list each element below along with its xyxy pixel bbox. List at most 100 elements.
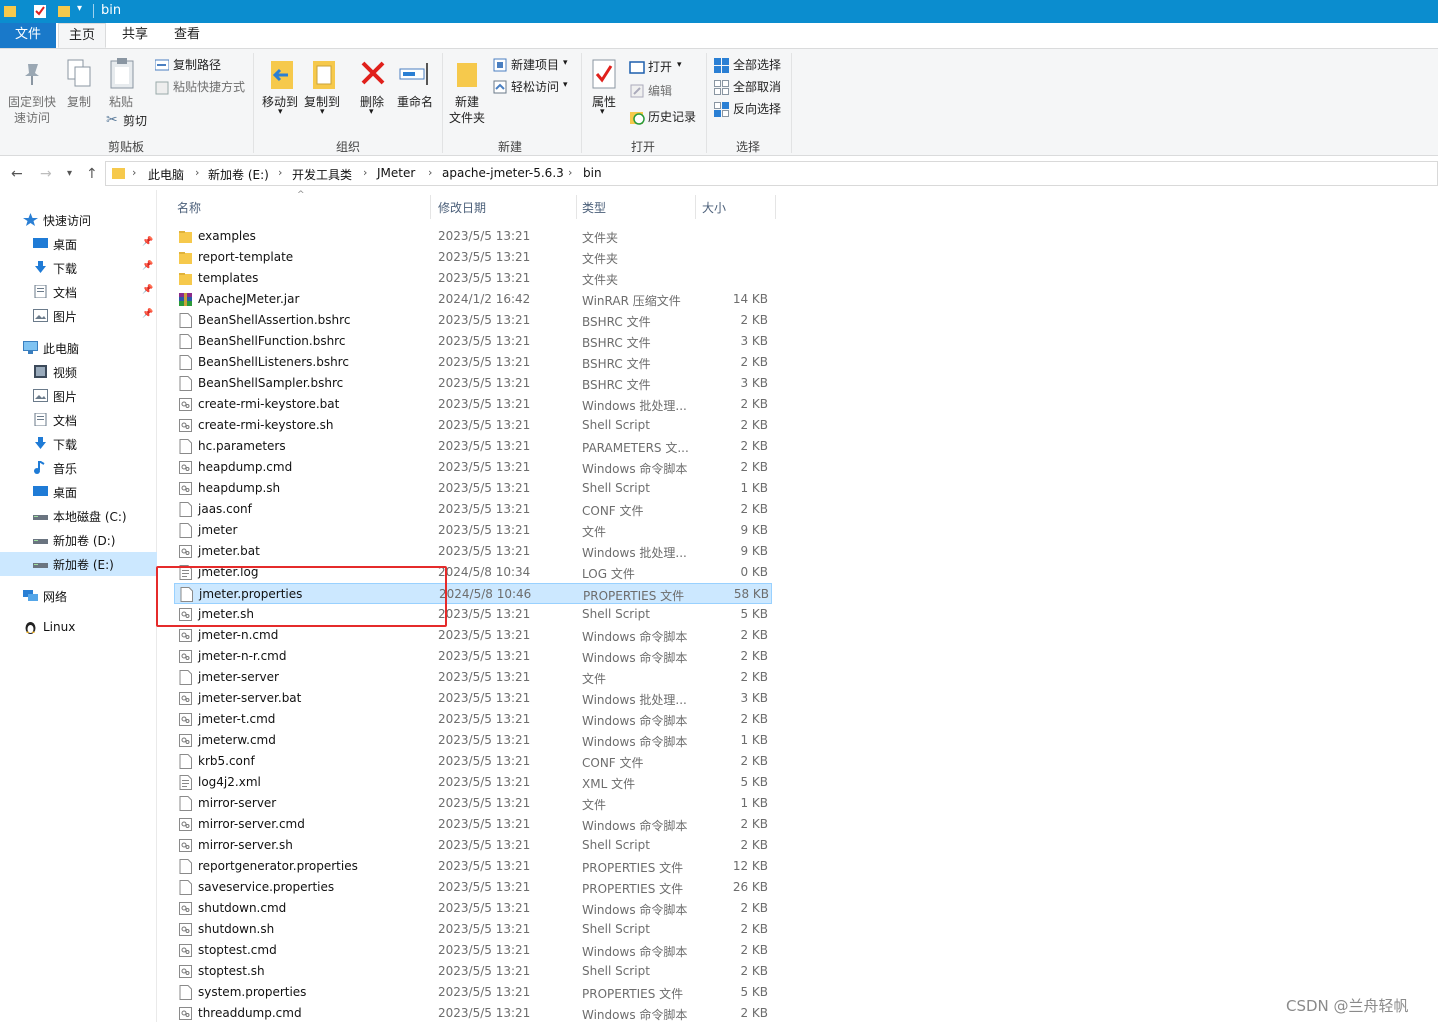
tab-file[interactable]: 文件 <box>0 23 56 48</box>
file-row[interactable]: shutdown.sh 2023/5/5 13:21 Shell Script 2 K… <box>174 919 772 940</box>
file-row[interactable]: mirror-server.cmd 2023/5/5 13:21 Windows 命… <box>174 814 772 835</box>
file-row[interactable]: log4j2.xml 2023/5/5 13:21 XML 文件 5 KB <box>174 772 772 793</box>
column-divider[interactable] <box>576 195 577 219</box>
new-item-dropdown-icon[interactable]: ▾ <box>563 58 568 68</box>
breadcrumb-chevron-icon[interactable]: › <box>428 166 432 179</box>
file-row[interactable]: report-template 2023/5/5 13:21 文件夹 <box>174 247 772 268</box>
tab-share[interactable]: 共享 <box>112 23 158 48</box>
open-button[interactable]: 打开 <box>648 59 672 75</box>
file-row[interactable]: jmeter-n-r.cmd 2023/5/5 13:21 Windows 命令脚本… <box>174 646 772 667</box>
select-all-button[interactable]: 全部选择 <box>733 57 781 73</box>
file-row[interactable]: jmeter 2023/5/5 13:21 文件 9 KB <box>174 520 772 541</box>
copy-to-dropdown-icon[interactable]: ▾ <box>320 107 325 117</box>
sidebar-item[interactable]: 网络 <box>0 584 157 608</box>
file-row[interactable]: jmeter-server.bat 2023/5/5 13:21 Windows 批… <box>174 688 772 709</box>
copy-path-button[interactable]: 复制路径 <box>173 57 221 73</box>
select-none-button[interactable]: 全部取消 <box>733 79 781 95</box>
paste-shortcut-button[interactable]: 粘贴快捷方式 <box>173 79 245 95</box>
file-row[interactable]: mirror-server.sh 2023/5/5 13:21 Shell Scri… <box>174 835 772 856</box>
file-row[interactable]: heapdump.sh 2023/5/5 13:21 Shell Script 1 K… <box>174 478 772 499</box>
breadcrumb-apache-jmeter[interactable]: apache-jmeter-5.6.3 <box>442 166 564 180</box>
properties-dropdown-icon[interactable]: ▾ <box>600 107 605 117</box>
file-row[interactable]: mirror-server 2023/5/5 13:21 文件 1 KB <box>174 793 772 814</box>
copy-button[interactable]: 复制 <box>62 94 96 110</box>
column-divider[interactable] <box>430 195 431 219</box>
sidebar-item[interactable]: Linux <box>0 616 157 640</box>
forward-arrow-icon[interactable]: → <box>40 166 52 182</box>
file-row[interactable]: jmeter-n.cmd 2023/5/5 13:21 Windows 命令脚本 2 … <box>174 625 772 646</box>
breadcrumb-chevron-icon[interactable]: › <box>363 166 367 179</box>
file-row[interactable]: create-rmi-keystore.bat 2023/5/5 13:21 Win… <box>174 394 772 415</box>
breadcrumb-dev-tools[interactable]: 开发工具类 <box>292 166 352 183</box>
sidebar-item[interactable]: 此电脑 <box>0 336 157 360</box>
column-header-date[interactable]: 修改日期 <box>438 199 486 216</box>
tab-view[interactable]: 查看 <box>164 23 210 48</box>
file-row[interactable]: reportgenerator.properties 2023/5/5 13:21… <box>174 856 772 877</box>
file-row[interactable]: ApacheJMeter.jar 2024/1/2 16:42 WinRAR 压缩文… <box>174 289 772 310</box>
sidebar-item[interactable]: 快速访问 <box>0 208 157 232</box>
file-row[interactable]: BeanShellSampler.bshrc 2023/5/5 13:21 BSHR… <box>174 373 772 394</box>
breadcrumb-this-pc[interactable]: 此电脑 <box>148 166 184 183</box>
file-row[interactable]: heapdump.cmd 2023/5/5 13:21 Windows 命令脚本 2 … <box>174 457 772 478</box>
breadcrumb-chevron-icon[interactable]: › <box>568 166 572 179</box>
delete-dropdown-icon[interactable]: ▾ <box>369 107 374 117</box>
file-row[interactable]: threaddump.cmd 2023/5/5 13:21 Windows 命令脚本… <box>174 1003 772 1024</box>
column-divider[interactable] <box>695 195 696 219</box>
file-row[interactable]: jmeterw.cmd 2023/5/5 13:21 Windows 命令脚本 1 K… <box>174 730 772 751</box>
new-item-button[interactable]: 新建项目 <box>511 57 559 73</box>
breadcrumb-bin[interactable]: bin <box>583 166 602 180</box>
column-header-name[interactable]: 名称 <box>177 199 201 216</box>
sidebar-item[interactable]: 图片 <box>0 384 157 408</box>
column-header-size[interactable]: 大小 <box>702 199 726 216</box>
file-row[interactable]: stoptest.sh 2023/5/5 13:21 Shell Script 2 K… <box>174 961 772 982</box>
file-row[interactable]: jmeter.bat 2023/5/5 13:21 Windows 批处理... 9 … <box>174 541 772 562</box>
file-row[interactable]: examples 2023/5/5 13:21 文件夹 <box>174 226 772 247</box>
up-arrow-icon[interactable]: ↑ <box>86 166 98 182</box>
column-divider[interactable] <box>775 195 776 219</box>
rename-button[interactable]: 重命名 <box>393 94 437 110</box>
sidebar-item[interactable]: 桌面 📌 <box>0 232 157 256</box>
pin-quick-access-button[interactable]: 固定到快 速访问 <box>4 94 60 126</box>
invert-selection-button[interactable]: 反向选择 <box>733 101 781 117</box>
sidebar-item[interactable]: 新加卷 (E:) <box>0 552 157 576</box>
new-folder-button[interactable]: 新建 文件夹 <box>446 94 488 126</box>
breadcrumb-chevron-icon[interactable]: › <box>278 166 282 179</box>
sidebar-item[interactable]: 图片 📌 <box>0 304 157 328</box>
breadcrumb-chevron-icon[interactable]: › <box>132 166 136 179</box>
breadcrumb-drive-e[interactable]: 新加卷 (E:) <box>208 166 269 183</box>
cut-button[interactable]: 剪切 <box>123 113 147 129</box>
tab-home[interactable]: 主页 <box>58 23 106 48</box>
column-header-type[interactable]: 类型 <box>582 199 606 216</box>
sidebar-item[interactable]: 音乐 <box>0 456 157 480</box>
easy-access-dropdown-icon[interactable]: ▾ <box>563 80 568 90</box>
sidebar-item[interactable]: 新加卷 (D:) <box>0 528 157 552</box>
breadcrumb[interactable]: › 此电脑 › 新加卷 (E:) › 开发工具类 › JMeter › apac… <box>105 161 1438 186</box>
recent-locations-dropdown-icon[interactable]: ▾ <box>67 168 72 179</box>
edit-button[interactable]: 编辑 <box>648 83 672 99</box>
file-row[interactable]: BeanShellListeners.bshrc 2023/5/5 13:21 BS… <box>174 352 772 373</box>
back-arrow-icon[interactable]: ← <box>11 166 23 182</box>
file-row[interactable]: system.properties 2023/5/5 13:21 PROPERTIE… <box>174 982 772 1003</box>
sidebar-item[interactable]: 下载 📌 <box>0 256 157 280</box>
file-row[interactable]: hc.parameters 2023/5/5 13:21 PARAMETERS 文.… <box>174 436 772 457</box>
move-to-dropdown-icon[interactable]: ▾ <box>278 107 283 117</box>
quick-access-dropdown-icon[interactable]: ▾ <box>77 3 82 14</box>
file-row[interactable]: stoptest.cmd 2023/5/5 13:21 Windows 命令脚本 2 … <box>174 940 772 961</box>
sidebar-item[interactable]: 桌面 <box>0 480 157 504</box>
breadcrumb-jmeter[interactable]: JMeter <box>377 166 415 180</box>
breadcrumb-chevron-icon[interactable]: › <box>195 166 199 179</box>
sidebar-item[interactable]: 本地磁盘 (C:) <box>0 504 157 528</box>
sidebar-item[interactable]: 视频 <box>0 360 157 384</box>
open-dropdown-icon[interactable]: ▾ <box>677 60 682 70</box>
file-row[interactable]: templates 2023/5/5 13:21 文件夹 <box>174 268 772 289</box>
file-row[interactable]: BeanShellFunction.bshrc 2023/5/5 13:21 BSH… <box>174 331 772 352</box>
properties-quick-icon[interactable] <box>34 4 46 18</box>
file-row[interactable]: jmeter-server 2023/5/5 13:21 文件 2 KB <box>174 667 772 688</box>
history-button[interactable]: 历史记录 <box>648 109 696 125</box>
file-row[interactable]: create-rmi-keystore.sh 2023/5/5 13:21 Shel… <box>174 415 772 436</box>
sidebar-item[interactable]: 下载 <box>0 432 157 456</box>
file-row[interactable]: jaas.conf 2023/5/5 13:21 CONF 文件 2 KB <box>174 499 772 520</box>
sidebar-item[interactable]: 文档 📌 <box>0 280 157 304</box>
file-row[interactable]: BeanShellAssertion.bshrc 2023/5/5 13:21 BS… <box>174 310 772 331</box>
file-row[interactable]: krb5.conf 2023/5/5 13:21 CONF 文件 2 KB <box>174 751 772 772</box>
